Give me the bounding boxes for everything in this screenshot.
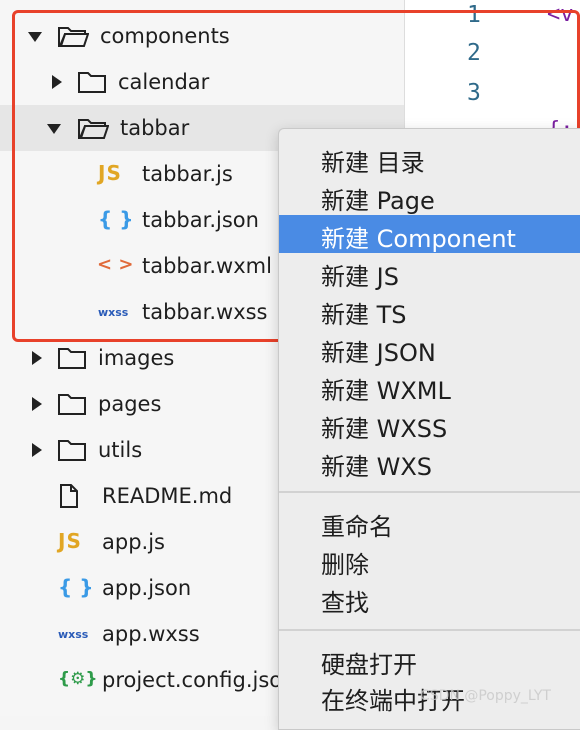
chevron-right-icon[interactable]	[52, 75, 62, 89]
menu-item-delete[interactable]: 删除	[279, 541, 580, 579]
code-fragment: <v	[547, 2, 574, 27]
folder-icon	[78, 72, 106, 93]
tree-item-calendar[interactable]: calendar	[0, 59, 404, 105]
tree-item-label: components	[100, 24, 230, 48]
menu-item-find[interactable]: 查找	[279, 579, 580, 617]
tree-item-label: utils	[98, 438, 143, 462]
menu-item-new-wxml[interactable]: 新建 WXML	[279, 367, 580, 405]
folder-icon	[58, 394, 86, 415]
tree-item-label: images	[98, 346, 175, 370]
tree-item-label: README.md	[102, 484, 233, 508]
tree-item-label: calendar	[118, 70, 210, 94]
menu-item-new-component[interactable]: 新建 Component	[279, 215, 580, 253]
line-number: 1	[467, 2, 481, 28]
js-file-icon: JS	[58, 529, 82, 553]
chevron-right-icon[interactable]	[32, 443, 42, 457]
json-file-icon: { }	[58, 575, 94, 599]
tree-item-components[interactable]: components	[0, 13, 404, 59]
menu-item-new-ts[interactable]: 新建 TS	[279, 291, 580, 329]
line-number: 2	[467, 40, 481, 66]
chevron-right-icon[interactable]	[32, 351, 42, 365]
watermark: CSDN @Poppy_LYT	[420, 688, 551, 704]
chevron-down-icon[interactable]	[47, 124, 61, 134]
folder-icon	[58, 440, 86, 461]
menu-item-new-wxss[interactable]: 新建 WXSS	[279, 405, 580, 443]
tree-item-label: tabbar.js	[142, 162, 233, 186]
tree-item-label: app.js	[102, 530, 165, 554]
tree-item-label: app.wxss	[102, 622, 200, 646]
menu-separator	[279, 629, 580, 631]
tree-item-label: tabbar.wxml	[142, 254, 272, 278]
folder-open-icon	[58, 27, 89, 47]
menu-item-new-json[interactable]: 新建 JSON	[279, 329, 580, 367]
wxml-file-icon: < >	[97, 254, 134, 275]
tree-item-label: project.config.jso	[102, 668, 283, 692]
tree-item-label: tabbar.json	[142, 208, 259, 232]
menu-item-open-in-disk[interactable]: 硬盘打开	[279, 641, 580, 679]
json-file-icon: { }	[98, 207, 134, 231]
line-number: 3	[467, 80, 481, 106]
folder-icon	[58, 348, 86, 369]
wxss-file-icon: wxss	[98, 306, 129, 319]
tree-item-label: app.json	[102, 576, 192, 600]
menu-item-rename[interactable]: 重命名	[279, 503, 580, 541]
tree-item-label: pages	[98, 392, 162, 416]
folder-open-icon	[78, 119, 109, 139]
file-icon	[60, 484, 78, 508]
menu-item-new-js[interactable]: 新建 JS	[279, 253, 580, 291]
config-file-icon: {⚙}	[58, 669, 98, 689]
menu-separator	[279, 491, 580, 493]
context-menu: 新建 目录 新建 Page 新建 Component 新建 JS 新建 TS 新…	[278, 128, 580, 730]
menu-item-new-directory[interactable]: 新建 目录	[279, 139, 580, 177]
wxss-file-icon: wxss	[58, 628, 89, 641]
menu-item-new-wxs[interactable]: 新建 WXS	[279, 443, 580, 481]
tree-item-label: tabbar	[120, 116, 190, 140]
chevron-right-icon[interactable]	[32, 397, 42, 411]
tree-item-label: tabbar.wxss	[142, 300, 268, 324]
chevron-down-icon[interactable]	[28, 32, 42, 42]
js-file-icon: JS	[98, 161, 122, 185]
menu-item-new-page[interactable]: 新建 Page	[279, 177, 580, 215]
